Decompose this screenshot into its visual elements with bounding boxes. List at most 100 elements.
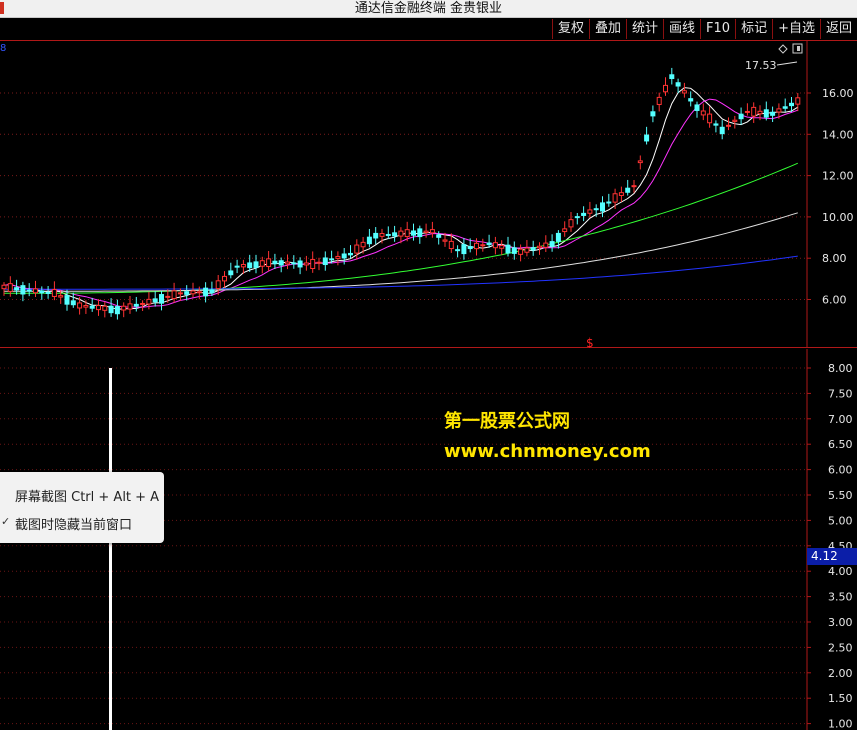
add-watchlist-button[interactable]: +自选: [772, 19, 820, 39]
sub-y-tick-label: 6.50: [828, 438, 853, 451]
candle-body: [663, 84, 668, 93]
chart-toolbar: 复权 叠加 统计 画线 F10 标记 +自选 返回: [0, 18, 857, 41]
candle-body: [537, 245, 542, 249]
candle-body: [543, 242, 549, 248]
statistics-button[interactable]: 统计: [626, 19, 663, 39]
candle-body: [713, 123, 719, 126]
candlesticks: [1, 67, 801, 320]
sub-y-tick-label: 2.50: [828, 641, 853, 654]
max-price-label: 17.53: [745, 59, 777, 72]
candle-body: [385, 233, 391, 236]
sub-y-tick-label: 3.50: [828, 591, 853, 604]
candle-body: [694, 104, 700, 111]
adjust-rights-button[interactable]: 复权: [551, 19, 589, 39]
main-y-tick-label: 12.00: [822, 170, 854, 183]
candle-body: [228, 270, 234, 276]
window-title: 通达信金融终端 金贵银业: [354, 1, 503, 16]
menu-item-hide-window[interactable]: 截图时隐藏当前窗口: [15, 514, 132, 533]
candle-body: [266, 258, 272, 268]
main-grid: [0, 92, 807, 300]
title-bar: 通达信金融终端 金贵银业: [0, 0, 857, 18]
watermark-title: 第一股票公式网: [444, 411, 570, 432]
draw-line-button[interactable]: 画线: [663, 19, 700, 39]
ma5-line: [3, 87, 799, 310]
candle-body: [152, 298, 158, 303]
candle-body: [45, 291, 51, 294]
diamond-icon[interactable]: [778, 44, 788, 54]
candle-body: [177, 292, 183, 295]
candle-body: [423, 230, 429, 233]
candle-body: [398, 230, 404, 237]
candle-body: [518, 248, 524, 255]
back-button[interactable]: 返回: [819, 19, 857, 39]
f10-button[interactable]: F10: [700, 19, 735, 39]
candle-body: [272, 260, 278, 265]
candle-body: [719, 126, 725, 135]
sub-y-tick-label: 1.00: [828, 718, 853, 730]
candle-body: [555, 232, 561, 242]
main-y-tick-label: 6.00: [822, 294, 847, 307]
candle-body: [612, 193, 618, 203]
candle-body: [738, 113, 744, 120]
candle-body: [77, 302, 83, 309]
candle-body: [675, 82, 681, 87]
candle-body: [39, 290, 45, 294]
candle-body: [562, 228, 568, 233]
sub-y-tick-label: 3.00: [828, 616, 853, 629]
ma60-line: [4, 212, 798, 292]
candle-body: [278, 260, 284, 266]
candle-body: [114, 306, 120, 315]
candle-body: [259, 260, 265, 267]
sub-y-tick-label: 7.00: [828, 413, 853, 426]
window-icon-bar: [797, 46, 800, 51]
candle-body: [587, 209, 593, 214]
candle-body: [776, 108, 782, 113]
candle-body: [455, 249, 461, 252]
candle-body: [732, 119, 738, 122]
period-label: 8: [0, 43, 6, 54]
candle-body: [348, 252, 353, 256]
mark-button[interactable]: 标记: [735, 19, 772, 39]
candle-body: [429, 229, 435, 234]
sub-y-tick-label: 2.00: [828, 667, 853, 680]
candle-body: [511, 247, 517, 254]
menu-item-screenshot[interactable]: 屏幕截图 Ctrl + Alt + A: [15, 486, 159, 505]
candle-body: [795, 97, 801, 105]
candle-body: [700, 110, 706, 116]
candle-body: [240, 263, 246, 268]
candle-body: [190, 290, 196, 295]
candle-body: [524, 247, 530, 253]
candle-body: [7, 283, 13, 292]
overlay-button[interactable]: 叠加: [588, 19, 626, 39]
candle-body: [83, 305, 89, 308]
candle-body: [751, 106, 757, 117]
candle-body: [568, 219, 574, 228]
candle-body: [215, 280, 221, 290]
candle-body: [782, 106, 788, 109]
candle-body: [763, 109, 769, 118]
screenshot-context-menu: 屏幕截图 Ctrl + Alt + A ✓ 截图时隐藏当前窗口: [0, 472, 164, 543]
candle-body: [379, 233, 385, 237]
candle-body: [146, 298, 152, 305]
sub-y-tick-label: 7.50: [828, 387, 853, 400]
candle-body: [442, 239, 448, 242]
candle-body: [89, 305, 95, 309]
sub-y-tick-label: 5.00: [828, 514, 853, 527]
candle-body: [171, 290, 177, 299]
current-value-label: 4.12: [807, 548, 857, 565]
candlestick-chart[interactable]: 16.00 14.00 12.00 10.00 8.00 6.00 8 17.53 $: [0, 41, 857, 348]
candle-body: [335, 255, 341, 259]
candle-body: [574, 216, 580, 219]
sub-y-tick-label: 5.50: [828, 489, 853, 502]
candle-body: [461, 244, 467, 255]
candle-body: [102, 305, 108, 311]
candle-body: [58, 295, 64, 298]
candle-body: [310, 258, 316, 270]
candle-body: [770, 111, 776, 116]
candle-body: [329, 258, 335, 261]
candle-body: [316, 261, 322, 264]
main-y-tick-label: 10.00: [822, 211, 854, 224]
main-y-tick-label: 16.00: [822, 87, 854, 100]
candle-body: [354, 244, 360, 254]
candle-body: [303, 262, 309, 266]
